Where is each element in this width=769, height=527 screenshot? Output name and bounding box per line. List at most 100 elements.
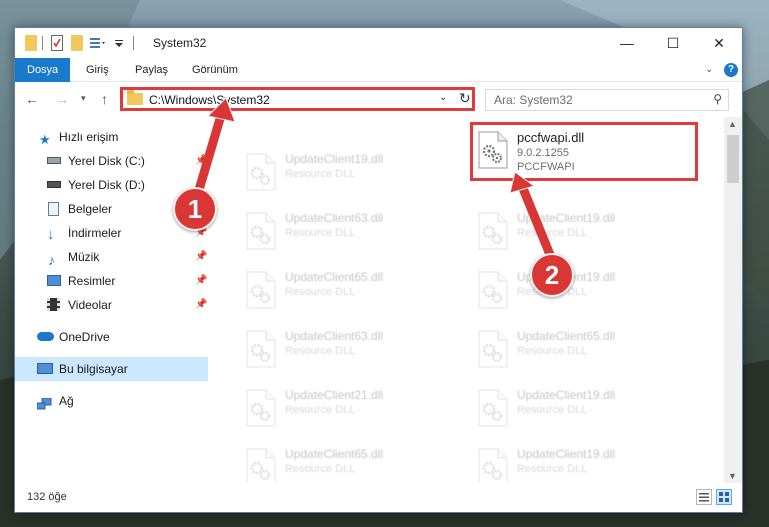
file-name: UpdateClient63.dll [285,329,384,343]
chevron-down-icon[interactable]: ⌄ [439,92,447,103]
scroll-up-icon[interactable]: ▲ [728,119,737,129]
nav-local-disk-c[interactable]: Yerel Disk (C:) 📌 [15,149,208,173]
help-icon[interactable]: ? [724,63,738,77]
dll-file-icon [246,330,276,368]
file-name: UpdateClient21.dll [285,388,384,402]
file-name: UpdateClient65.dll [517,329,616,343]
search-icon[interactable]: ⚲ [713,92,722,106]
file-item[interactable]: UpdateClient63.dll Resource DLL [238,324,468,374]
file-name: pccfwapi.dll [517,130,585,145]
tab-view[interactable]: Görünüm [192,58,238,82]
address-path: C:\Windows\System32 [149,93,270,107]
up-button[interactable]: ↑ [101,91,108,107]
file-item[interactable]: UpdateClient19.dll Resource DLL [470,442,700,483]
folder-icon [25,35,37,51]
file-item[interactable]: UpdateClient19.dllResource DLL [470,265,700,315]
tiles-view-button[interactable] [716,489,732,505]
nav-onedrive[interactable]: OneDrive [15,325,208,349]
nav-videos[interactable]: Videolar 📌 [15,293,208,317]
expand-ribbon-icon[interactable]: ⌄ [705,64,713,75]
file-description: Resource DLL [285,227,356,239]
search-input[interactable]: Ara: System32 ⚲ [485,89,729,111]
file-item[interactable]: UpdateClient65.dll Resource DLL [238,265,468,315]
properties-icon[interactable] [51,35,63,51]
file-description: Resource DLL [517,404,588,416]
file-item-selected[interactable]: pccfwapi.dll 9.0.2.1255 PCCFWAPI [470,125,700,175]
file-item[interactable]: UpdateClient65.dll Resource DLL [238,442,468,483]
vertical-scrollbar[interactable]: ▲ ▼ [724,117,742,483]
dll-file-icon [246,389,276,427]
file-description: Resource DLL [517,463,588,475]
file-name: UpdateClient19.dll [285,152,384,166]
dll-file-icon [478,131,508,169]
separator [133,36,134,50]
status-bar: 132 öğe [15,483,742,512]
network-icon [36,394,53,410]
new-folder-icon[interactable] [71,35,83,51]
file-version: 9.0.2.1255 [517,147,569,159]
scroll-down-icon[interactable]: ▼ [728,471,737,481]
file-item[interactable]: UpdateClient19.dll Resource DLL [470,206,700,256]
details-view-button[interactable] [696,489,712,505]
file-name: UpdateClient65.dll [285,270,384,284]
recent-locations-button[interactable]: ▾ [81,93,86,104]
pin-icon[interactable]: 📌 [195,245,207,269]
file-description: Resource DLL [285,286,356,298]
file-name: UpdateClient19.dll [517,447,616,461]
back-button[interactable]: ← [25,91,39,107]
file-item[interactable]: UpdateClient19.dll Resource DLL [238,147,468,197]
cloud-icon [37,332,54,341]
star-icon: ★ [39,132,51,147]
file-description: Resource DLL [285,168,356,180]
tab-file[interactable]: Dosya [15,58,71,82]
customize-toolbar-icon[interactable] [89,35,107,51]
file-name: UpdateClient19.dll [517,211,616,225]
file-description: Resource DLL [285,345,356,357]
nav-pictures[interactable]: Resimler 📌 [15,269,208,293]
pin-icon[interactable]: 📌 [195,149,207,173]
minimize-button[interactable]: — [604,28,650,58]
nav-this-pc[interactable]: Bu bilgisayar [15,357,208,381]
documents-icon [48,202,59,216]
search-placeholder: Ara: System32 [494,93,573,107]
separator [42,36,43,50]
nav-quick-access[interactable]: ★ Hızlı erişim [15,125,208,149]
file-list: pccfwapi.dll 9.0.2.1255 PCCFWAPI UpdateC… [208,117,724,483]
video-icon [47,298,60,311]
file-item[interactable]: UpdateClient21.dll Resource DLL [238,383,468,433]
address-bar[interactable]: C:\Windows\System32 ⌄ ↻ [120,87,475,111]
file-description: Resource DLL [517,227,588,239]
close-button[interactable]: ✕ [696,28,742,58]
dll-file-icon [246,448,276,483]
drive-icon [47,181,61,188]
nav-network[interactable]: Ağ [15,389,208,413]
file-item[interactable]: UpdateClient63.dll Resource DLL [238,206,468,256]
step-badge-2: 2 [530,253,574,297]
drive-icon [47,157,61,164]
tab-home[interactable]: Giriş [86,58,109,82]
tab-share[interactable]: Paylaş [135,58,168,82]
file-company: PCCFWAPI [517,161,575,173]
file-name: UpdateClient65.dll [285,447,384,461]
dll-file-icon [478,330,508,368]
pin-icon[interactable]: 📌 [195,293,207,317]
music-icon: ♪ [48,252,55,268]
chevron-down-icon[interactable] [113,35,125,51]
pictures-icon [47,275,61,286]
nav-music[interactable]: ♪ Müzik 📌 [15,245,208,269]
dll-file-icon [246,271,276,309]
forward-button[interactable]: → [55,91,69,107]
pin-icon[interactable]: 📌 [195,269,207,293]
address-row: ← → ▾ ↑ C:\Windows\System32 ⌄ ↻ Ara: Sys… [15,83,742,117]
file-description: Resource DLL [517,345,588,357]
file-item[interactable]: UpdateClient19.dllResource DLL [470,383,700,433]
explorer-window: System32 — ☐ ✕ Dosya Giriş Paylaş Görünü… [14,27,743,513]
maximize-button[interactable]: ☐ [650,28,696,58]
file-item[interactable]: UpdateClient65.dll Resource DLL [470,324,700,374]
file-description: Resource DLL [285,404,356,416]
refresh-icon[interactable]: ↻ [459,90,471,107]
item-count: 132 öğe [27,491,67,503]
navigation-pane: ★ Hızlı erişim Yerel Disk (C:) 📌 Yerel D… [15,117,208,483]
scrollbar-thumb[interactable] [727,135,739,183]
file-description: Resource DLL [285,463,356,475]
